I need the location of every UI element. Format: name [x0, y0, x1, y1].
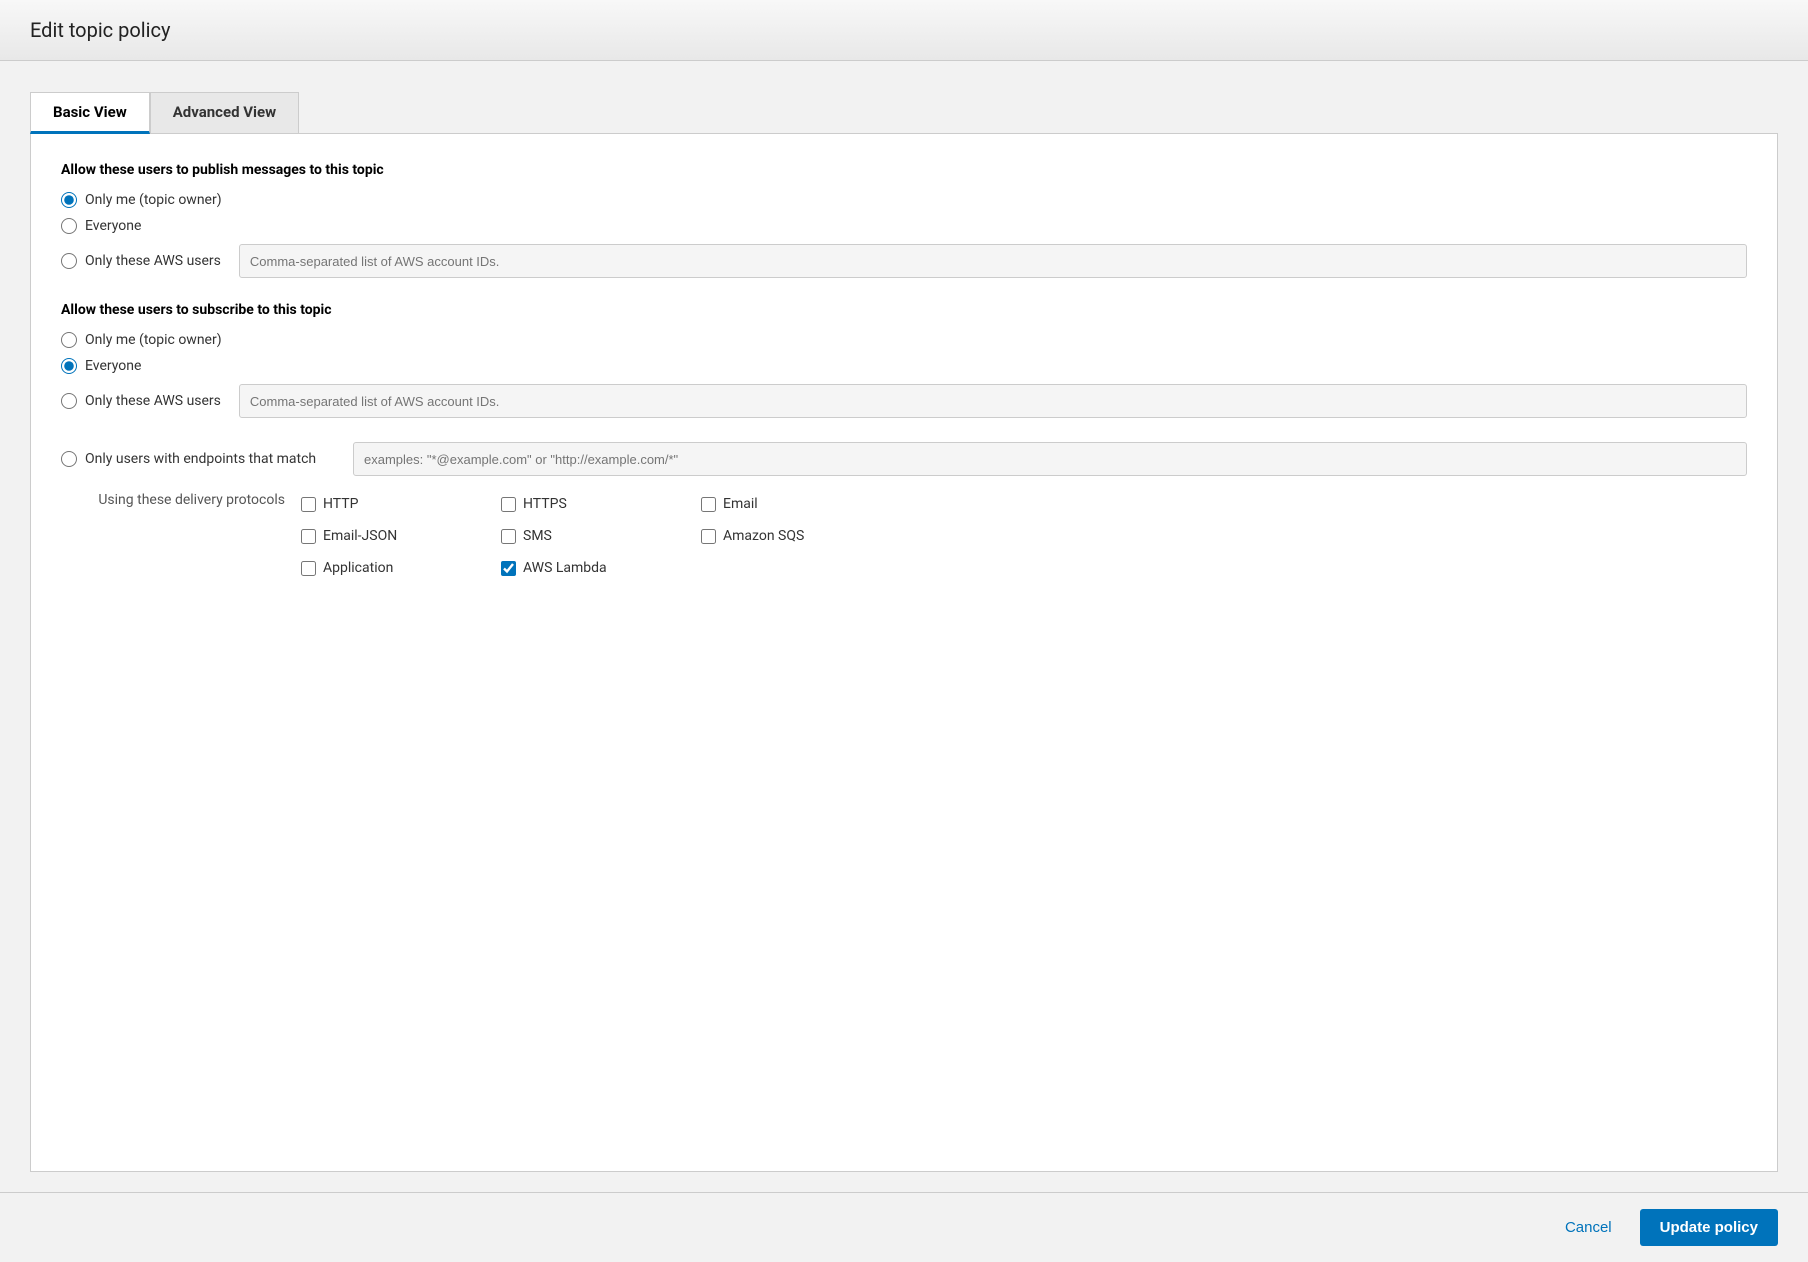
protocols-row: Using these delivery protocols HTTP HTTP… [61, 490, 1747, 582]
subscribe-label-aws-users: Only these AWS users [85, 393, 221, 409]
subscribe-label-everyone: Everyone [85, 358, 141, 374]
subscribe-radio-group: Only me (topic owner) Everyone Only thes… [61, 332, 1747, 418]
protocols-label: Using these delivery protocols [61, 490, 301, 508]
publish-radio-group: Only me (topic owner) Everyone Only thes… [61, 192, 1747, 278]
protocol-aws-lambda-label: AWS Lambda [523, 560, 607, 576]
subscribe-label-endpoint: Only users with endpoints that match [85, 451, 345, 467]
tab-basic-view[interactable]: Basic View [30, 92, 150, 134]
subscribe-option-everyone: Everyone [61, 358, 1747, 374]
subscribe-option-only-me: Only me (topic owner) [61, 332, 1747, 348]
protocol-application-label: Application [323, 560, 393, 576]
tab-content-basic: Allow these users to publish messages to… [30, 133, 1778, 1172]
subscribe-label-only-me: Only me (topic owner) [85, 332, 222, 348]
modal-footer: Cancel Update policy [0, 1192, 1808, 1262]
subscribe-endpoint-input[interactable] [353, 442, 1747, 476]
cancel-button[interactable]: Cancel [1553, 1211, 1624, 1244]
publish-label-everyone: Everyone [85, 218, 141, 234]
protocol-email-json-label: Email-JSON [323, 528, 397, 544]
protocol-application-checkbox[interactable] [301, 561, 316, 576]
subscribe-radio-everyone[interactable] [61, 358, 77, 374]
protocol-aws-lambda-checkbox[interactable] [501, 561, 516, 576]
protocol-http-label: HTTP [323, 496, 358, 512]
protocol-email-json-checkbox[interactable] [301, 529, 316, 544]
subscribe-radio-only-me[interactable] [61, 332, 77, 348]
subscribe-section: Allow these users to subscribe to this t… [61, 302, 1747, 582]
protocol-sms-checkbox[interactable] [501, 529, 516, 544]
protocol-https-label: HTTPS [523, 496, 567, 512]
publish-section-title: Allow these users to publish messages to… [61, 162, 1747, 178]
subscribe-option-endpoint: Only users with endpoints that match [61, 442, 1747, 476]
modal-header: Edit topic policy [0, 0, 1808, 61]
protocols-grid: HTTP HTTPS Email Email-JSON [301, 490, 901, 582]
subscribe-radio-aws-users[interactable] [61, 393, 77, 409]
protocol-amazon-sqs-label: Amazon SQS [723, 528, 804, 544]
publish-radio-everyone[interactable] [61, 218, 77, 234]
protocol-sms: SMS [501, 522, 701, 550]
protocol-email-label: Email [723, 496, 758, 512]
publish-label-aws-users: Only these AWS users [85, 253, 221, 269]
protocol-http: HTTP [301, 490, 501, 518]
modal-title: Edit topic policy [30, 18, 1778, 42]
publish-radio-only-me[interactable] [61, 192, 77, 208]
tab-bar: Basic View Advanced View [30, 91, 1778, 133]
subscribe-section-title: Allow these users to subscribe to this t… [61, 302, 1747, 318]
publish-radio-aws-users[interactable] [61, 253, 77, 269]
protocol-http-checkbox[interactable] [301, 497, 316, 512]
modal-body: Basic View Advanced View Allow these use… [0, 61, 1808, 1192]
protocol-amazon-sqs: Amazon SQS [701, 522, 901, 550]
tab-advanced-view[interactable]: Advanced View [150, 92, 299, 134]
protocol-https: HTTPS [501, 490, 701, 518]
subscribe-aws-users-input[interactable] [239, 384, 1747, 418]
protocol-email: Email [701, 490, 901, 518]
publish-label-only-me: Only me (topic owner) [85, 192, 222, 208]
protocol-sms-label: SMS [523, 528, 552, 544]
update-policy-button[interactable]: Update policy [1640, 1209, 1778, 1246]
publish-option-aws-users: Only these AWS users [61, 244, 1747, 278]
publish-option-everyone: Everyone [61, 218, 1747, 234]
protocol-amazon-sqs-checkbox[interactable] [701, 529, 716, 544]
protocol-email-checkbox[interactable] [701, 497, 716, 512]
protocol-application: Application [301, 554, 501, 582]
subscribe-option-aws-users: Only these AWS users [61, 384, 1747, 418]
publish-section: Allow these users to publish messages to… [61, 162, 1747, 278]
protocol-email-json: Email-JSON [301, 522, 501, 550]
protocol-https-checkbox[interactable] [501, 497, 516, 512]
publish-option-only-me: Only me (topic owner) [61, 192, 1747, 208]
subscribe-radio-endpoint[interactable] [61, 451, 77, 467]
publish-aws-users-input[interactable] [239, 244, 1747, 278]
protocol-aws-lambda: AWS Lambda [501, 554, 701, 582]
